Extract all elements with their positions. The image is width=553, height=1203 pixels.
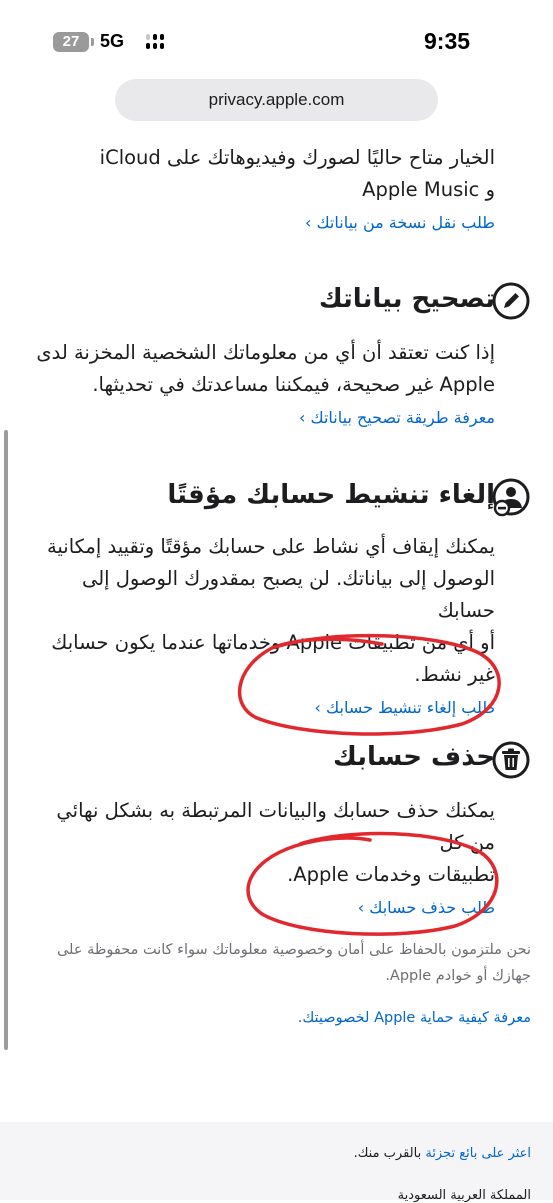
status-bar: 27 5G 9:35 xyxy=(0,0,553,80)
clock: 9:35 xyxy=(424,28,471,54)
person-minus-icon xyxy=(492,478,530,517)
retailer-line: اعثر على بائع تجزئة بالقرب منك. xyxy=(354,1146,531,1161)
find-retailer-link[interactable]: اعثر على بائع تجزئة xyxy=(425,1146,531,1161)
section-title-deactivate: إلغاء تنشيط حسابك مؤقتًا xyxy=(167,480,495,510)
delete-body: يمكنك حذف حسابك والبيانات المرتبطة به بش… xyxy=(35,795,495,921)
scroll-indicator[interactable] xyxy=(4,430,8,1050)
correct-data-body: إذا كنت تعتقد أن أي من معلوماتك الشخصية … xyxy=(35,337,495,431)
trash-icon xyxy=(492,741,530,779)
region-label[interactable]: المملكة العربية السعودية xyxy=(398,1188,531,1203)
delete-account-link[interactable]: طلب حذف حسابك › xyxy=(35,895,495,921)
intro-text-line1: الخيار متاح حاليًا لصورك وفيديوهاتك على … xyxy=(99,146,495,169)
pencil-icon xyxy=(492,282,530,320)
correct-text-line1: إذا كنت تعتقد أن أي من معلوماتك الشخصية … xyxy=(36,341,495,364)
deactivate-text-line2: الوصول إلى بياناتك. لن يصبح بمقدورك الوص… xyxy=(81,567,495,622)
privacy-note: نحن ملتزمون بالحفاظ على أمان وخصوصية معل… xyxy=(11,937,531,989)
section-title-correct: تصحيح بياناتك xyxy=(318,284,495,314)
privacy-note-line2: جهازك أو خوادم Apple. xyxy=(385,968,531,984)
battery-indicator: 27 xyxy=(53,32,94,52)
address-bar[interactable]: privacy.apple.com xyxy=(115,79,438,121)
retailer-suffix: بالقرب منك. xyxy=(353,1146,422,1161)
deactivate-section: إلغاء تنشيط حسابك مؤقتًا xyxy=(35,475,495,515)
delete-text-line1: يمكنك حذف حسابك والبيانات المرتبطة به بش… xyxy=(56,799,495,854)
network-label: 5G xyxy=(100,31,125,51)
privacy-protection-link[interactable]: معرفة كيفية حماية Apple لخصوصيتك. xyxy=(298,1010,531,1026)
deactivate-body: يمكنك إيقاف أي نشاط على حسابك مؤقتًا وتق… xyxy=(35,531,495,721)
deactivate-text-line4: غير نشط. xyxy=(414,663,495,686)
correct-data-section: تصحيح بياناتك xyxy=(35,279,495,319)
delete-text-line2: تطبيقات وخدمات Apple. xyxy=(287,863,495,886)
correct-text-line2: Apple غير صحيحة، فيمكننا مساعدتك في تحدي… xyxy=(92,373,495,396)
intro-block: الخيار متاح حاليًا لصورك وفيديوهاتك على … xyxy=(35,142,495,236)
delete-section: حذف حسابك xyxy=(35,737,495,777)
section-title-delete: حذف حسابك xyxy=(333,742,495,772)
signal-icon xyxy=(146,34,164,50)
deactivate-text-line1: يمكنك إيقاف أي نشاط على حسابك مؤقتًا وتق… xyxy=(46,535,495,558)
transfer-data-link[interactable]: طلب نقل نسخة من بياناتك › xyxy=(35,210,495,236)
deactivate-text-line3: أو أي من تطبيقات Apple وخدماتها عندما يك… xyxy=(51,631,495,654)
intro-text-line2: و Apple Music xyxy=(362,178,495,201)
deactivate-account-link[interactable]: طلب إلغاء تنشيط حسابك › xyxy=(35,695,495,721)
site-footer: اعثر على بائع تجزئة بالقرب منك. المملكة … xyxy=(0,1122,553,1203)
privacy-note-line1: نحن ملتزمون بالحفاظ على أمان وخصوصية معل… xyxy=(56,942,531,958)
correct-data-link[interactable]: معرفة طريقة تصحيح بياناتك › xyxy=(35,405,495,431)
